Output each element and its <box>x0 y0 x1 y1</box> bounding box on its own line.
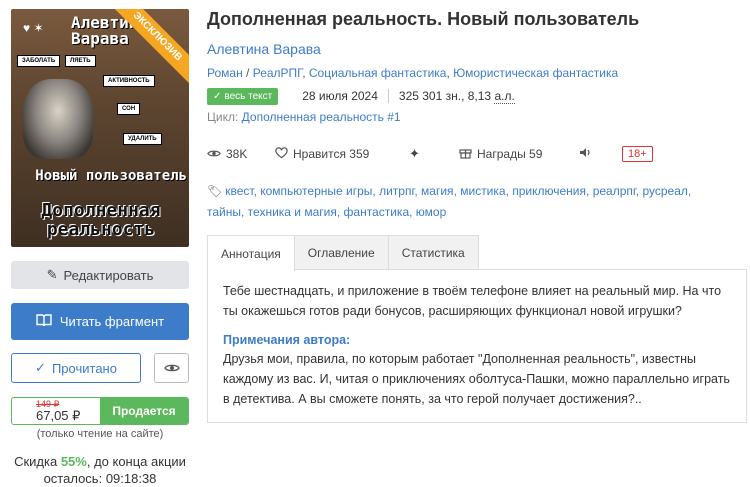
tag-link[interactable]: магия <box>421 184 454 198</box>
tag-link[interactable]: квест <box>225 184 253 198</box>
series-info: Цикл: Дополненная реальность #1 <box>207 110 401 124</box>
sparkle-button[interactable]: ✦ <box>409 146 459 162</box>
discount-suffix: , до конца акции <box>86 454 186 469</box>
pencil-icon: ✎ <box>46 267 58 282</box>
mark-read-button[interactable]: ✓ Прочитано <box>11 353 141 383</box>
size-unit[interactable]: а.л. <box>494 89 515 104</box>
series-link[interactable]: Дополненная реальность #1 <box>242 110 401 124</box>
gift-icon <box>459 146 472 162</box>
genre-link[interactable]: Социальная фантастика <box>309 66 447 80</box>
remaining-label: осталось: <box>43 471 106 486</box>
like-button[interactable]: Нравится 359 <box>275 146 409 162</box>
genre-link[interactable]: РеалРПГ <box>253 66 303 80</box>
author-link[interactable]: Алевтина Варава <box>207 41 321 57</box>
cover-chip: АКТИВНОСТЬ <box>103 75 155 87</box>
cover-chip: ЛЯЕТЬ <box>65 55 96 67</box>
watch-button[interactable] <box>154 353 189 383</box>
series-label: Цикл: <box>207 110 242 124</box>
double-check-icon: ✓ <box>35 360 46 375</box>
stats-bar: 38K Нравится 359 ✦ Награды 59 18+ <box>207 144 653 164</box>
cover-chip: СОН <box>117 103 141 115</box>
tag-link[interactable]: русреал <box>642 184 687 198</box>
tag-link[interactable]: фантастика <box>344 205 410 219</box>
eye-icon <box>163 361 180 376</box>
cover-chip: ЗАБОЛАТЬ <box>17 55 61 67</box>
annotation-panel: Тебе шестнадцать, и приложение в твоём т… <box>207 269 747 423</box>
read-fragment-button[interactable]: Читать фрагмент <box>11 303 189 340</box>
status-badge: ✓ весь текст <box>207 87 279 105</box>
tags-icon: 🏷 <box>207 184 223 198</box>
speaker-icon <box>579 147 591 161</box>
tab-statistics[interactable]: Статистика <box>387 235 479 270</box>
awards-label: Награды 59 <box>477 147 543 161</box>
book-cover[interactable]: ♥ ✶ Алевтина Варава ЭКСКЛЮЗИВ ЗАБОЛАТЬ Л… <box>11 9 189 247</box>
size-value: 325 301 зн., 8,13 <box>398 89 495 103</box>
tag-link[interactable]: юмор <box>416 205 446 219</box>
tag-link[interactable]: компьютерные игры <box>260 184 372 198</box>
age-rating-badge: 18+ <box>622 146 653 162</box>
book-title: Дополненная реальность. Новый пользовате… <box>207 9 640 29</box>
author-notes-heading: Примечания автора: <box>223 333 351 347</box>
discount-info: Скидка 55%, до конца акции осталось: 09:… <box>8 453 192 487</box>
info-tabs: Аннотация Оглавление Статистика <box>207 235 479 271</box>
tag-link[interactable]: тайны <box>207 205 241 219</box>
tag-link[interactable]: мистика <box>460 184 505 198</box>
cover-icons: ♥ ✶ <box>23 21 44 35</box>
cover-chip: УДАЛИТЬ <box>123 133 162 145</box>
cover-title-line2: Дополненная реальность <box>41 200 161 240</box>
tag-list: 🏷 квест, компьютерные игры, литрпг, магия… <box>207 184 692 219</box>
sparkle-icon: ✦ <box>409 146 420 161</box>
tab-contents[interactable]: Оглавление <box>293 235 389 270</box>
genre-link[interactable]: Юмористическая фантастика <box>453 66 618 80</box>
site-only-note: (только чтение на сайте) <box>36 428 164 440</box>
discount-prefix: Скидка <box>14 454 61 469</box>
price-values: 149 ₽ 67,05 ₽ <box>12 398 100 424</box>
views-stat: 38K <box>207 147 275 161</box>
book-meta: ✓ весь текст 28 июля 2024 325 301 зн., 8,… <box>207 87 515 105</box>
heart-icon <box>275 146 288 162</box>
audio-button[interactable] <box>579 147 622 161</box>
remaining-time: 09:18:38 <box>105 471 157 486</box>
buy-button[interactable]: Продается <box>100 398 188 424</box>
annotation-text: Тебе шестнадцать, и приложение в твоём т… <box>223 284 722 318</box>
check-icon: ✓ <box>213 90 222 102</box>
genre-list: Роман / РеалРПГ, Социальная фантастика, … <box>207 66 619 80</box>
read-fragment-label: Читать фрагмент <box>59 314 165 329</box>
tab-annotation[interactable]: Аннотация <box>207 235 295 271</box>
awards-button[interactable]: Награды 59 <box>459 146 579 162</box>
genre-link[interactable]: Роман <box>207 66 243 80</box>
tag-link[interactable]: литрпг <box>379 184 414 198</box>
likes-label: Нравится 359 <box>293 147 370 161</box>
discount-percent: 55% <box>60 454 87 469</box>
author-notes-text: Друзья мои, правила, по которым работает… <box>223 352 730 406</box>
status-label: весь текст <box>224 90 273 102</box>
mark-read-label: Прочитано <box>51 360 117 376</box>
views-count: 38K <box>226 147 248 161</box>
book-size: 325 301 зн., 8,13 а.л. <box>398 89 515 104</box>
book-open-icon <box>36 313 52 330</box>
tag-link[interactable]: приключения <box>512 184 586 198</box>
eye-icon <box>207 147 221 161</box>
purchase-widget[interactable]: 149 ₽ 67,05 ₽ Продается <box>11 397 189 425</box>
publish-date: 28 июля 2024 <box>302 89 389 103</box>
tag-link[interactable]: реалрпг <box>593 184 636 198</box>
cover-cat-image <box>23 79 93 159</box>
tag-link[interactable]: техника и магия <box>248 205 337 219</box>
edit-button[interactable]: ✎ Редактировать <box>11 261 189 289</box>
cover-title-line1: Новый пользователь <box>35 168 187 184</box>
edit-button-label: Редактировать <box>63 267 154 283</box>
current-price: 67,05 ₽ <box>36 408 81 423</box>
